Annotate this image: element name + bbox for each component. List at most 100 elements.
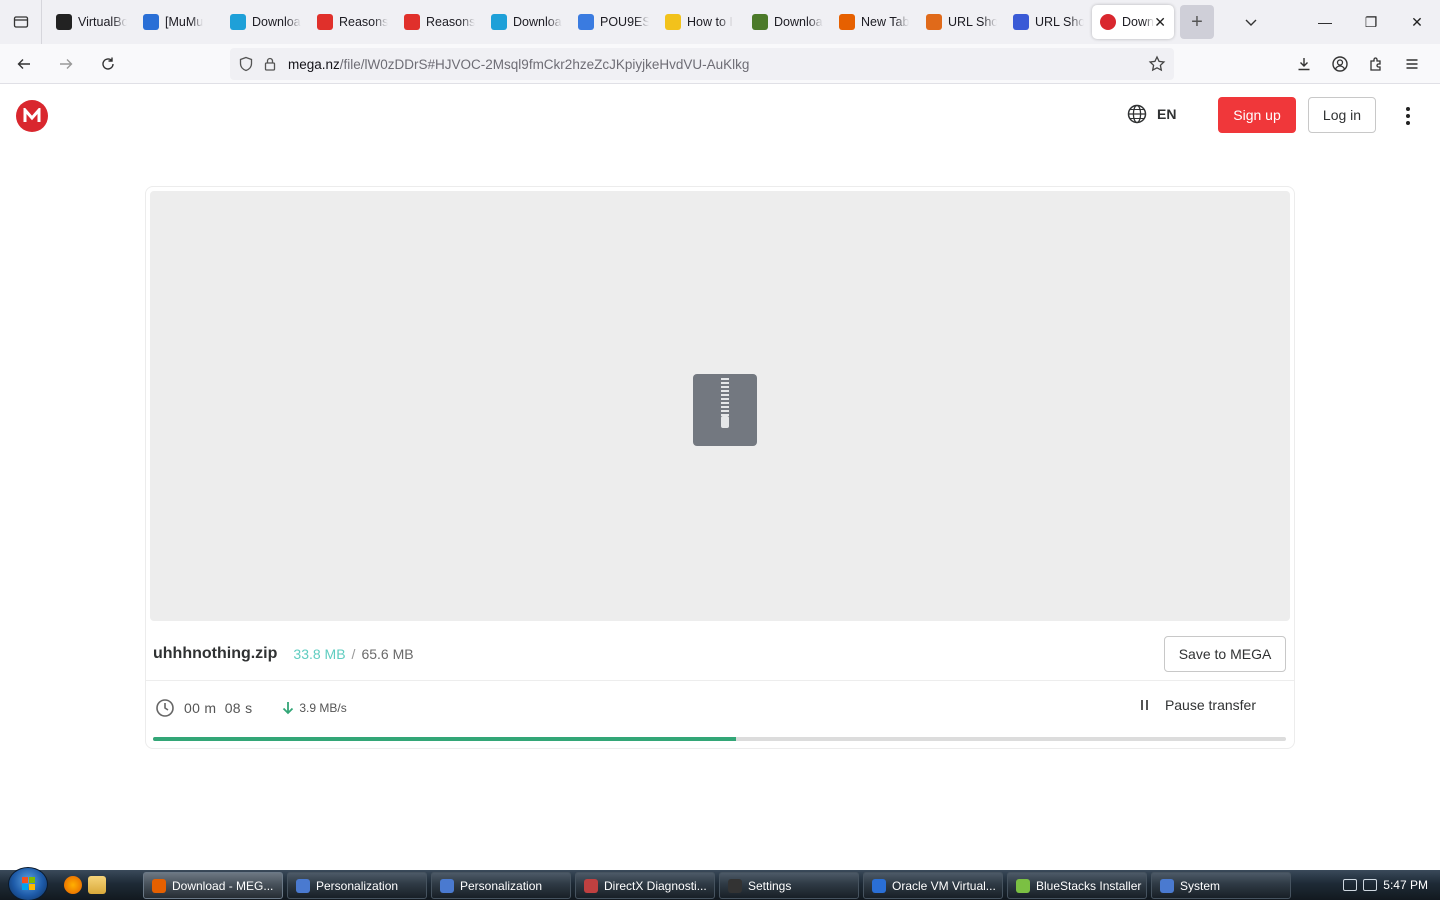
download-card: uhhhnothing.zip 33.8 MB / 65.6 MB Save t…: [145, 186, 1295, 749]
browser-tab[interactable]: Reasons: [309, 5, 396, 39]
arrow-left-icon: [17, 58, 30, 69]
arrow-right-icon: [60, 58, 73, 69]
taskbar-item-label: Settings: [748, 878, 792, 893]
taskbar-app-icon: [1016, 878, 1030, 893]
tab-label: Download: [513, 15, 562, 29]
kebab-dot: [1406, 121, 1410, 125]
tab-label: New Tab: [861, 15, 910, 29]
list-all-tabs-button[interactable]: [1236, 5, 1266, 39]
more-options-button[interactable]: [1398, 104, 1418, 128]
taskbar-app-icon: [296, 878, 310, 893]
taskbar-app-icon: [872, 878, 886, 893]
close-window-button[interactable]: ✕: [1394, 0, 1440, 44]
pause-transfer-button[interactable]: Pause transfer: [1140, 697, 1256, 713]
taskbar-app-icon: [1160, 878, 1174, 893]
browser-tab[interactable]: [MuMu: [135, 5, 222, 39]
taskbar-buttons: Download - MEG... Personalization Personal…: [143, 872, 1295, 899]
zipper-pull: [721, 416, 729, 428]
system-tray: 5:47 PM: [1290, 870, 1440, 900]
browser-tab[interactable]: URL Sho: [1005, 5, 1092, 39]
taskbar-app-icon: [440, 878, 454, 893]
download-progress-bar: [153, 737, 1286, 741]
tray-clock[interactable]: 5:47 PM: [1383, 878, 1428, 892]
kebab-dot: [1406, 107, 1410, 111]
taskbar-item-label: BlueStacks Installer: [1036, 878, 1142, 893]
tab-favicon-icon: [839, 14, 855, 30]
volume-muted-icon[interactable]: [1363, 879, 1378, 891]
taskbar-item[interactable]: System: [1151, 872, 1291, 899]
start-button[interactable]: [8, 867, 48, 900]
taskbar-item-label: Personalization: [316, 878, 399, 893]
tab-favicon-icon: [1013, 14, 1029, 30]
shield-icon: [239, 56, 253, 72]
reload-button[interactable]: [90, 48, 126, 80]
downloaded-size: 33.8 MB: [293, 645, 346, 662]
browser-tab[interactable]: New Tab: [831, 5, 918, 39]
taskbar-item[interactable]: Personalization: [287, 872, 427, 899]
language-selector[interactable]: EN: [1127, 104, 1176, 124]
tab-favicon-icon: [665, 14, 681, 30]
tab-favicon-icon: [578, 14, 594, 30]
taskbar-item[interactable]: Download - MEG...: [143, 872, 283, 899]
transfer-status-row: 00 m 08 s 3.9 MB/s Pause transfer: [146, 683, 1294, 733]
browser-tab[interactable]: VirtualBox: [48, 5, 135, 39]
browser-tab[interactable]: URL Sho: [918, 5, 1005, 39]
account-icon: [1332, 56, 1348, 72]
mega-logo[interactable]: [16, 100, 48, 132]
back-button[interactable]: [6, 48, 42, 80]
tab-favicon-icon: [926, 14, 942, 30]
extensions-button[interactable]: [1358, 48, 1394, 80]
taskbar-item[interactable]: Settings: [719, 872, 859, 899]
restore-button[interactable]: ❐: [1348, 0, 1394, 44]
browser-tab[interactable]: POU9ES: [570, 5, 657, 39]
close-tab-icon[interactable]: ✕: [1154, 14, 1166, 31]
taskbar-item-label: DirectX Diagnosti...: [604, 878, 707, 893]
taskbar-item-label: Oracle VM Virtual...: [892, 878, 996, 893]
tab-label: VirtualBox: [78, 15, 127, 29]
size-separator: /: [351, 645, 356, 662]
taskbar-item-label: System: [1180, 878, 1221, 893]
zip-file-icon: [693, 374, 757, 446]
explorer-quicklaunch-icon[interactable]: [88, 876, 106, 894]
browser-tab[interactable]: Download: [222, 5, 309, 39]
tab-label: Download: [774, 15, 823, 29]
tab-favicon-icon: [491, 14, 507, 30]
log-in-button[interactable]: Log in: [1308, 97, 1376, 133]
browser-tab-active[interactable]: Down ✕: [1092, 5, 1174, 39]
taskbar-item-label: Personalization: [460, 878, 543, 893]
taskbar-item[interactable]: Oracle VM Virtual...: [863, 872, 1003, 899]
downloads-button[interactable]: [1286, 48, 1322, 80]
network-icon[interactable]: [1343, 879, 1358, 891]
minimize-button[interactable]: —: [1302, 0, 1348, 44]
total-size: 65.6 MB: [361, 645, 414, 662]
browser-tab[interactable]: How to I: [657, 5, 744, 39]
save-to-mega-button[interactable]: Save to MEGA: [1164, 636, 1286, 672]
tab-favicon-icon: [56, 14, 72, 30]
new-tab-button[interactable]: +: [1180, 5, 1214, 39]
arrow-down-icon: [283, 702, 294, 715]
tab-overview-button[interactable]: [0, 0, 42, 44]
taskbar-item[interactable]: BlueStacks Installer: [1007, 872, 1147, 899]
bookmark-star-icon[interactable]: [1148, 55, 1166, 73]
tab-label: Reasons: [426, 15, 475, 29]
url-path: /file/lW0zDDrS#HJVOC-2Msql9fmCkr2hzeZcJK…: [339, 56, 750, 72]
address-bar[interactable]: mega.nz/file/lW0zDDrS#HJVOC-2Msql9fmCkr2…: [230, 48, 1174, 80]
window-controls: — ❐ ✕: [1302, 0, 1440, 44]
tab-label: URL Sho: [948, 15, 997, 29]
sign-up-button[interactable]: Sign up: [1218, 97, 1296, 133]
taskbar-item-label: Download - MEG...: [172, 878, 274, 893]
hamburger-icon: [1406, 59, 1418, 69]
browser-tab[interactable]: Download: [744, 5, 831, 39]
taskbar-item[interactable]: DirectX Diagnosti...: [575, 872, 715, 899]
firefox-quicklaunch-icon[interactable]: [64, 876, 82, 894]
menu-button[interactable]: [1394, 48, 1430, 80]
account-button[interactable]: [1322, 48, 1358, 80]
forward-button[interactable]: [48, 48, 84, 80]
tab-label: URL Sho: [1035, 15, 1084, 29]
browser-tab[interactable]: Download: [483, 5, 570, 39]
browser-tab[interactable]: Reasons: [396, 5, 483, 39]
mega-m-icon: [23, 108, 41, 122]
pause-label: Pause transfer: [1164, 697, 1256, 713]
taskbar-item[interactable]: Personalization: [431, 872, 571, 899]
tab-favicon-icon: [143, 14, 159, 30]
